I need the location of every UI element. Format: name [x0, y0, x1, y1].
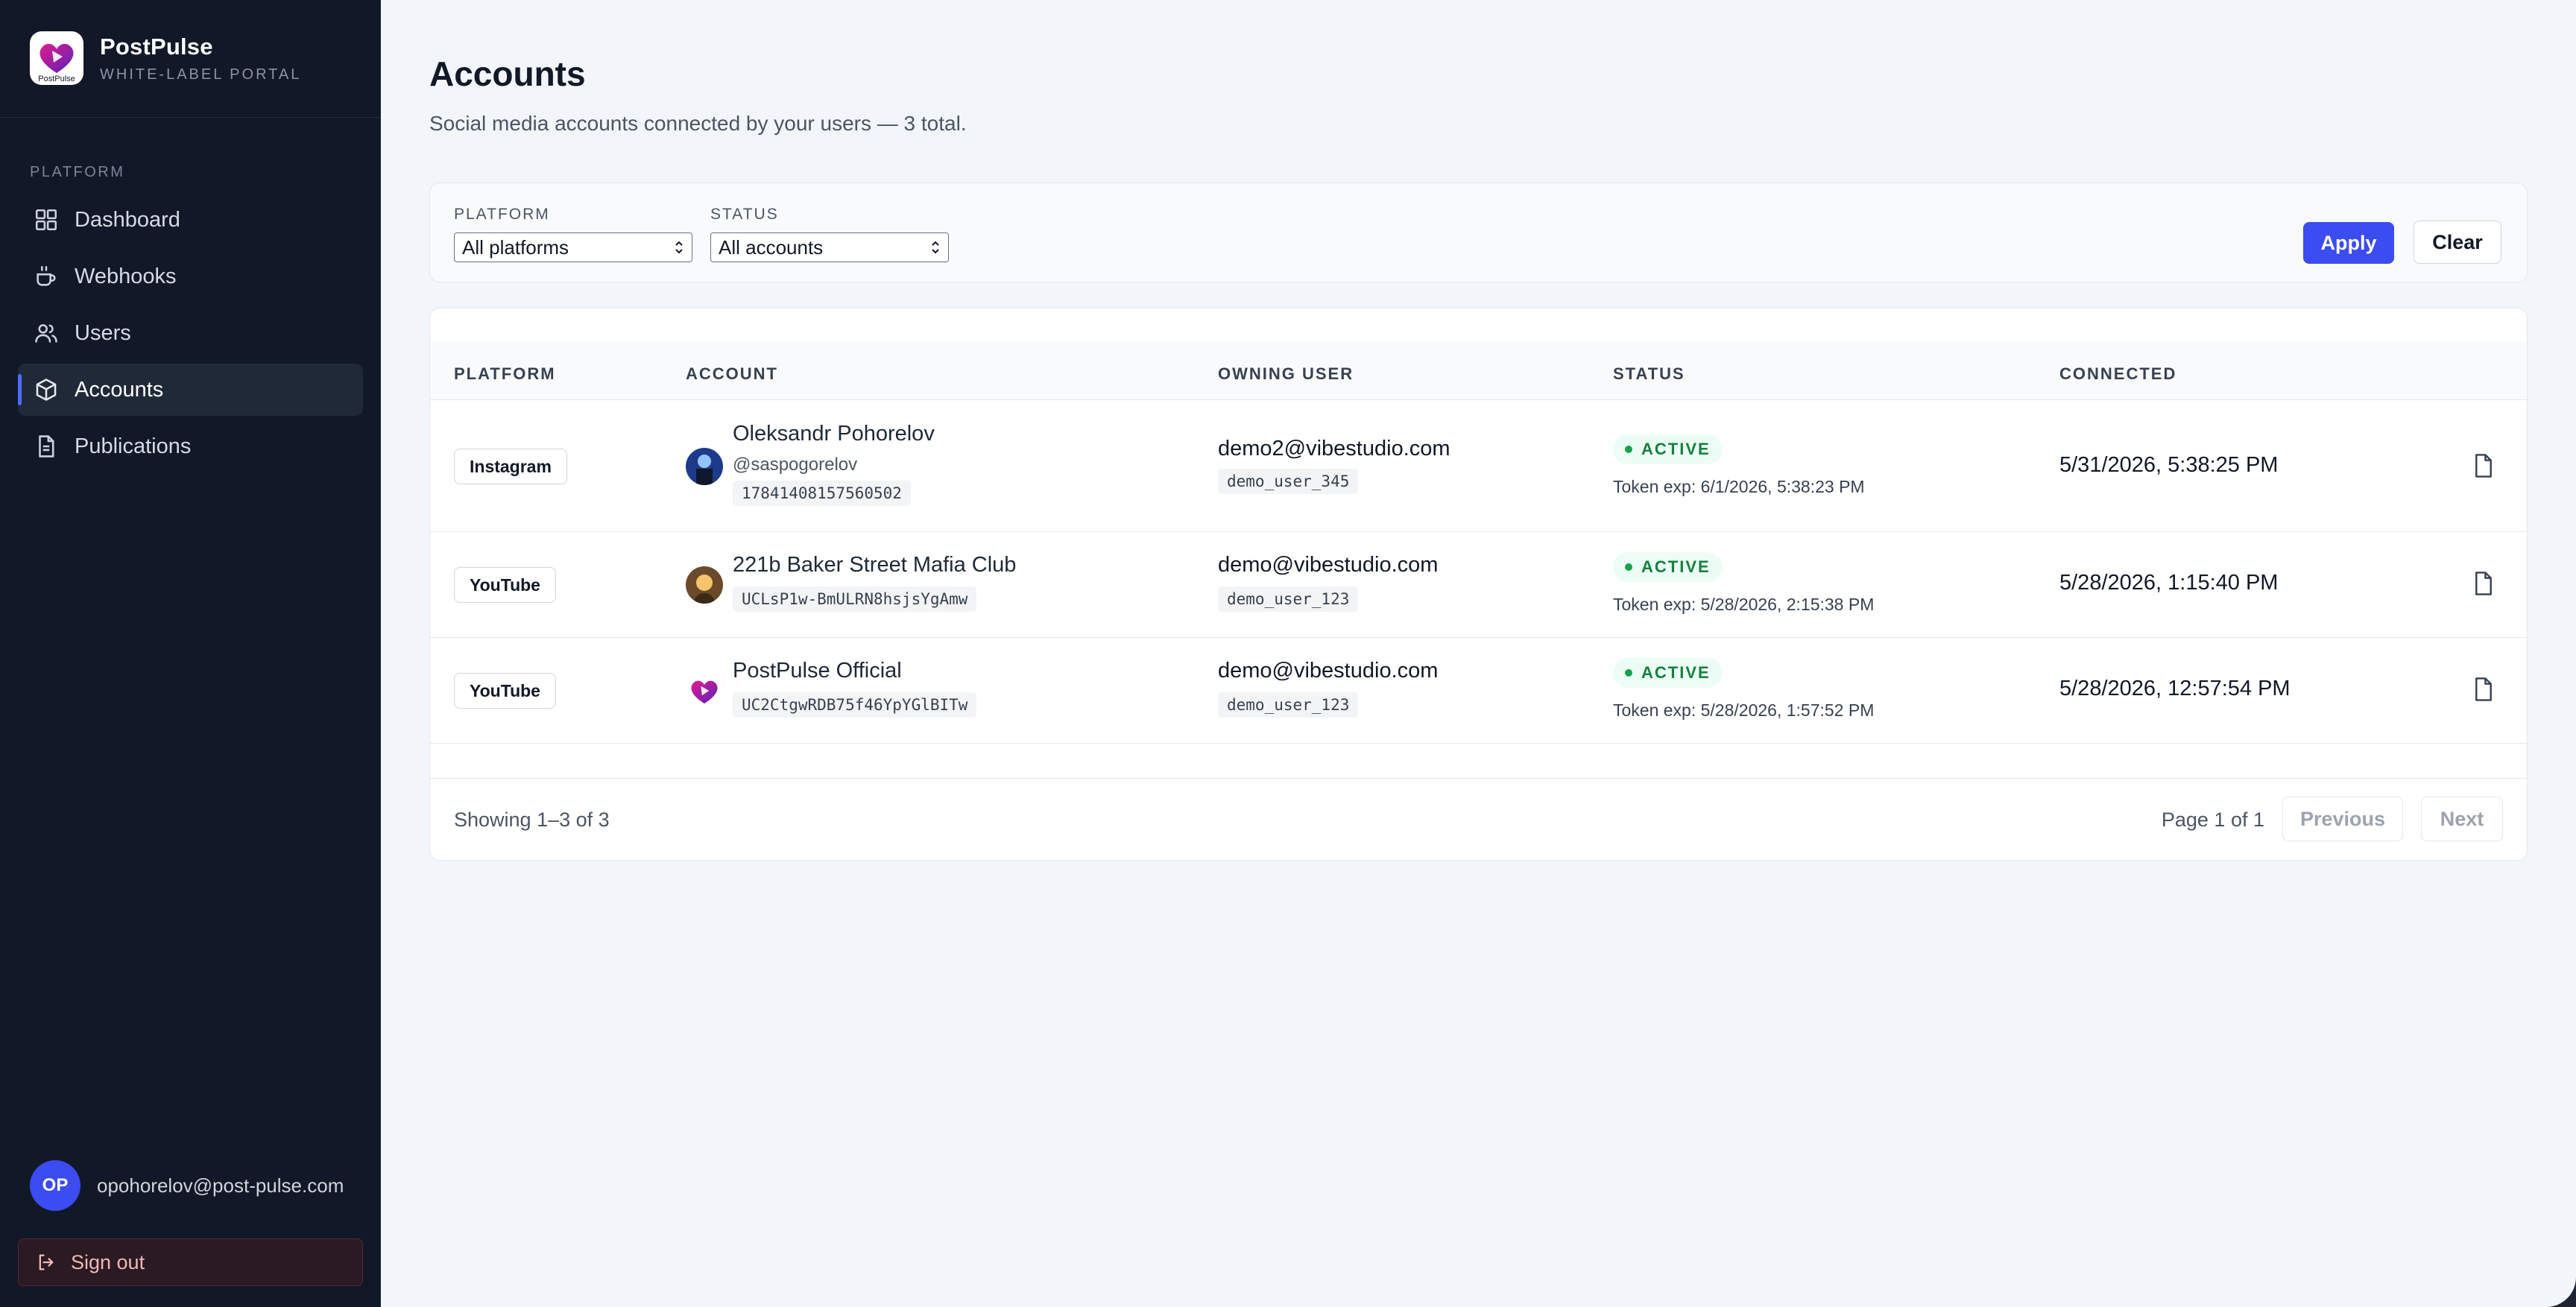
sidebar-item-webhooks[interactable]: Webhooks [18, 250, 363, 303]
status-filter: STATUS All accounts [710, 206, 949, 262]
owner-id: demo_user_123 [1218, 692, 1359, 718]
status-text: ACTIVE [1641, 440, 1711, 458]
document-icon [33, 433, 60, 460]
table-row[interactable]: YouTube PostPulse Official UC2CtgwRDB75f… [430, 638, 2527, 744]
status-select-value: All accounts [719, 235, 824, 259]
select-arrows-icon [675, 241, 683, 254]
owner-id: demo_user_345 [1218, 469, 1359, 494]
token-expiry: Token exp: 5/28/2026, 2:15:38 PM [1613, 595, 1875, 614]
status-badge: ACTIVE [1613, 552, 1723, 582]
sidebar-item-label: Accounts [75, 377, 164, 402]
status-dot-icon [1625, 669, 1632, 677]
column-header-status: STATUS [1613, 364, 1685, 383]
page-info: Page 1 of 1 [2161, 808, 2264, 831]
filter-bar: PLATFORM All platforms STATUS All accoun… [429, 183, 2528, 282]
brand-subtitle: WHITE-LABEL PORTAL [100, 66, 302, 83]
column-header-account: ACCOUNT [686, 364, 778, 383]
status-badge: ACTIVE [1613, 434, 1723, 464]
sidebar-item-accounts[interactable]: Accounts [18, 364, 363, 416]
account-avatar [686, 566, 723, 604]
connected-date: 5/28/2026, 1:15:40 PM [2059, 571, 2279, 595]
platform-select[interactable]: All platforms [454, 232, 692, 262]
account-name: 221b Baker Street Mafia Club [733, 553, 1017, 577]
sign-out-button[interactable]: Sign out [18, 1238, 363, 1286]
account-avatar [686, 448, 723, 485]
showing-count: Showing 1–3 of 3 [454, 808, 610, 831]
user-email: opohorelov@post-pulse.com [97, 1174, 344, 1197]
sidebar-item-dashboard[interactable]: Dashboard [18, 194, 363, 246]
sidebar-item-label: Webhooks [75, 264, 177, 288]
owner-email: demo@vibestudio.com [1218, 553, 1439, 577]
owner-email: demo2@vibestudio.com [1218, 437, 1450, 461]
sidebar-item-publications[interactable]: Publications [18, 420, 363, 472]
platform-badge: Instagram [454, 449, 567, 484]
sidebar-item-label: Dashboard [75, 207, 180, 232]
page-title: Accounts [429, 54, 586, 93]
brand-name: PostPulse [100, 33, 213, 60]
status-dot-icon [1625, 446, 1632, 453]
nav-section-label: PLATFORM [30, 164, 125, 180]
status-text: ACTIVE [1641, 557, 1711, 576]
column-header-connected: CONNECTED [2059, 364, 2177, 383]
column-header-owning-user: OWNING USER [1218, 364, 1354, 383]
pagination-footer: Showing 1–3 of 3 Page 1 of 1 Previous Ne… [430, 778, 2527, 860]
next-button[interactable]: Next [2421, 797, 2503, 841]
cup-icon [33, 263, 60, 290]
sidebar-item-label: Publications [75, 434, 192, 458]
table-row[interactable]: Instagram Oleksandr Pohorelov @saspogore… [430, 401, 2527, 532]
document-icon[interactable] [2472, 571, 2495, 596]
document-icon[interactable] [2472, 677, 2495, 702]
sidebar-item-users[interactable]: Users [18, 307, 363, 359]
platform-select-value: All platforms [462, 235, 569, 259]
owner-id: demo_user_123 [1218, 586, 1359, 612]
logo-caption: PostPulse [38, 75, 75, 83]
platform-badge: YouTube [454, 567, 556, 603]
brand[interactable]: PostPulse PostPulse WHITE-LABEL PORTAL [30, 31, 301, 85]
select-arrows-icon [932, 241, 939, 254]
main-content: Accounts Social media accounts connected… [381, 0, 2576, 1307]
previous-button[interactable]: Previous [2282, 797, 2403, 841]
table-header: PLATFORM ACCOUNT OWNING USER STATUS CONN… [430, 342, 2527, 400]
account-name: Oleksandr Pohorelov [733, 422, 935, 446]
connected-date: 5/28/2026, 12:57:54 PM [2059, 677, 2291, 700]
token-expiry: Token exp: 6/1/2026, 5:38:23 PM [1613, 477, 1865, 496]
account-id: UCLsP1w-BmULRN8hsjsYgAmw [733, 586, 977, 612]
avatar: OP [30, 1160, 80, 1211]
sign-out-label: Sign out [71, 1250, 145, 1273]
platform-badge: YouTube [454, 673, 556, 709]
token-expiry: Token exp: 5/28/2026, 1:57:52 PM [1613, 700, 1875, 720]
owner-email: demo@vibestudio.com [1218, 659, 1439, 683]
dashboard-grid-icon [33, 206, 60, 233]
account-avatar [686, 672, 723, 709]
table-row[interactable]: YouTube 221b Baker Street Mafia Club UCL… [430, 532, 2527, 638]
sign-out-icon [35, 1251, 57, 1273]
platform-filter: PLATFORM All platforms [454, 206, 692, 262]
clear-button[interactable]: Clear [2414, 221, 2501, 264]
status-filter-label: STATUS [710, 206, 779, 223]
postpulse-logo: PostPulse [30, 31, 83, 85]
apply-button[interactable]: Apply [2303, 222, 2394, 264]
users-icon [33, 320, 60, 346]
page-subtitle: Social media accounts connected by your … [429, 112, 967, 135]
account-name: PostPulse Official [733, 659, 902, 683]
box-icon [33, 376, 60, 403]
sidebar: PostPulse PostPulse WHITE-LABEL PORTAL P… [0, 0, 381, 1307]
account-handle: @saspogorelov [733, 455, 858, 475]
document-icon[interactable] [2472, 453, 2495, 478]
status-badge: ACTIVE [1613, 658, 1723, 688]
platform-filter-label: PLATFORM [454, 206, 550, 223]
status-dot-icon [1625, 563, 1632, 571]
connected-date: 5/31/2026, 5:38:25 PM [2059, 453, 2279, 477]
status-text: ACTIVE [1641, 663, 1711, 682]
accounts-table: PLATFORM ACCOUNT OWNING USER STATUS CONN… [429, 308, 2528, 861]
account-id: 17841408157560502 [733, 481, 911, 506]
sidebar-nav: Dashboard Webhooks Users Accounts Public… [18, 194, 363, 477]
status-select[interactable]: All accounts [710, 232, 949, 262]
sidebar-divider [0, 117, 381, 118]
sidebar-item-label: Users [75, 320, 131, 345]
current-user: OP opohorelov@post-pulse.com [30, 1160, 344, 1211]
column-header-platform: PLATFORM [454, 364, 556, 383]
account-id: UC2CtgwRDB75f46YpYGlBITw [733, 692, 977, 718]
